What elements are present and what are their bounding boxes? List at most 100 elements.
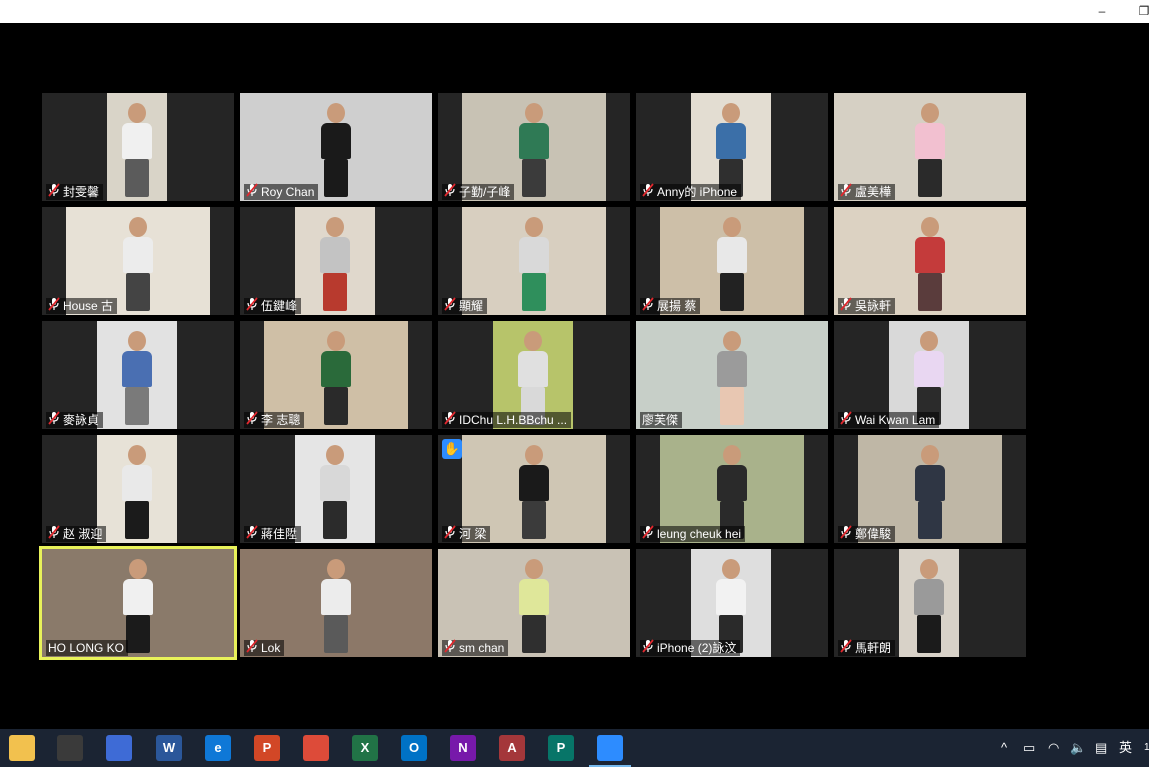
- zoom-icon[interactable]: [589, 735, 631, 767]
- outlook-icon[interactable]: O: [401, 735, 427, 761]
- participant-tile[interactable]: 子勤/子峰: [438, 93, 630, 201]
- participant-tile[interactable]: 廖芙傑: [636, 321, 828, 429]
- person-legs: [125, 159, 149, 197]
- edge-icon[interactable]: e: [205, 735, 231, 761]
- powerpoint-icon[interactable]: P: [254, 735, 280, 761]
- participant-tile[interactable]: House 古: [42, 207, 234, 315]
- participant-tile[interactable]: 顯耀: [438, 207, 630, 315]
- muted-microphone-icon: [642, 183, 654, 201]
- minimize-button[interactable]: –: [1092, 2, 1112, 20]
- person-legs: [522, 273, 546, 311]
- participant-name: 伍鍵峰: [261, 299, 298, 313]
- participant-name-label: 麥詠貞: [46, 411, 104, 428]
- onenote-icon[interactable]: N: [450, 735, 476, 761]
- person-torso: [123, 579, 153, 615]
- calculator-icon[interactable]: [106, 735, 132, 761]
- person-torso: [519, 237, 549, 273]
- person-legs: [125, 501, 149, 539]
- participant-video: [97, 435, 177, 543]
- muted-microphone-icon: [840, 639, 852, 657]
- participant-name-label: 吳詠軒: [838, 297, 896, 314]
- participant-tile[interactable]: 蔣佳陞: [240, 435, 432, 543]
- participant-tile[interactable]: Anny的 iPhone: [636, 93, 828, 201]
- participant-name: Lok: [261, 641, 281, 655]
- word-icon[interactable]: W: [156, 735, 182, 761]
- participant-name: leung cheuk hei: [657, 527, 742, 541]
- participant-name: 赵 淑迎: [63, 527, 103, 541]
- chrome-icon[interactable]: [303, 735, 329, 761]
- participant-name: 麥詠貞: [63, 413, 100, 427]
- participant-name: 河 梁: [459, 527, 487, 541]
- participant-tile[interactable]: 吳詠軒: [834, 207, 1026, 315]
- participant-tile[interactable]: 盧美樺: [834, 93, 1026, 201]
- participant-name: 展揚 蔡: [657, 299, 697, 313]
- person-torso: [122, 351, 152, 387]
- participant-name: HO LONG KO: [48, 641, 125, 655]
- person-head: [128, 331, 146, 351]
- person-torso: [716, 579, 746, 615]
- participant-tile[interactable]: Lok: [240, 549, 432, 657]
- person-torso: [519, 465, 549, 501]
- participant-tile[interactable]: ✋ 河 梁: [438, 435, 630, 543]
- person-legs: [720, 387, 744, 425]
- person-legs: [918, 501, 942, 539]
- battery-icon[interactable]: ▭: [1023, 738, 1035, 758]
- person-head: [722, 103, 740, 123]
- person-head: [723, 217, 741, 237]
- person-head: [921, 445, 939, 465]
- person-torso: [915, 123, 945, 159]
- muted-microphone-icon: [642, 297, 654, 315]
- participant-tile[interactable]: 封雯馨: [42, 93, 234, 201]
- participant-tile[interactable]: IDChu L.H.BBchu ...: [438, 321, 630, 429]
- participant-name-label: 顯耀: [442, 297, 488, 314]
- participant-name-label: House 古: [46, 297, 118, 314]
- participant-tile[interactable]: Wai Kwan Lam: [834, 321, 1026, 429]
- person-head: [327, 559, 345, 579]
- participant-video: [107, 93, 167, 201]
- muted-microphone-icon: [246, 183, 258, 201]
- person-head: [327, 331, 345, 351]
- network-icon[interactable]: ◠: [1048, 738, 1059, 758]
- input-method-indicator[interactable]: 英: [1119, 738, 1132, 758]
- participant-tile[interactable]: HO LONG KO: [39, 546, 237, 660]
- participant-name: 吳詠軒: [855, 299, 892, 313]
- participant-name: 子勤/子峰: [459, 185, 511, 199]
- participant-tile[interactable]: 馬軒朗: [834, 549, 1026, 657]
- clock[interactable]: 1: [1144, 738, 1149, 758]
- participant-name: 盧美樺: [855, 185, 892, 199]
- muted-microphone-icon: [48, 183, 60, 201]
- access-icon[interactable]: A: [499, 735, 525, 761]
- person-torso: [519, 123, 549, 159]
- volume-icon[interactable]: 🔈: [1070, 738, 1086, 758]
- participant-name-label: HO LONG KO: [46, 640, 129, 656]
- raised-hand-icon: ✋: [442, 439, 462, 459]
- participant-tile[interactable]: 伍鍵峰: [240, 207, 432, 315]
- participant-tile[interactable]: Roy Chan: [240, 93, 432, 201]
- muted-microphone-icon: [642, 639, 654, 657]
- person-torso: [518, 351, 548, 387]
- participant-tile[interactable]: 展揚 蔡: [636, 207, 828, 315]
- participant-tile[interactable]: sm chan: [438, 549, 630, 657]
- participant-tile[interactable]: 鄭偉駿: [834, 435, 1026, 543]
- person-legs: [522, 501, 546, 539]
- participant-tile[interactable]: 李 志聰: [240, 321, 432, 429]
- excel-icon[interactable]: X: [352, 735, 378, 761]
- store-icon[interactable]: [57, 735, 83, 761]
- participant-name: Anny的 iPhone: [657, 185, 738, 199]
- person-head: [327, 103, 345, 123]
- show-hidden-icons-button[interactable]: ^: [1001, 738, 1007, 758]
- participant-name: sm chan: [459, 641, 505, 655]
- person-legs: [522, 615, 546, 653]
- action-center-icon[interactable]: ▤: [1095, 738, 1107, 758]
- person-head: [326, 217, 344, 237]
- participant-tile[interactable]: iPhone (2)詠汶: [636, 549, 828, 657]
- person-torso: [915, 237, 945, 273]
- person-torso: [122, 123, 152, 159]
- participant-tile[interactable]: 麥詠貞: [42, 321, 234, 429]
- participant-name: 李 志聰: [261, 413, 301, 427]
- restore-button[interactable]: ❐: [1134, 2, 1149, 20]
- file-explorer-icon[interactable]: [9, 735, 35, 761]
- publisher-icon[interactable]: P: [548, 735, 574, 761]
- participant-tile[interactable]: leung cheuk hei: [636, 435, 828, 543]
- participant-tile[interactable]: 赵 淑迎: [42, 435, 234, 543]
